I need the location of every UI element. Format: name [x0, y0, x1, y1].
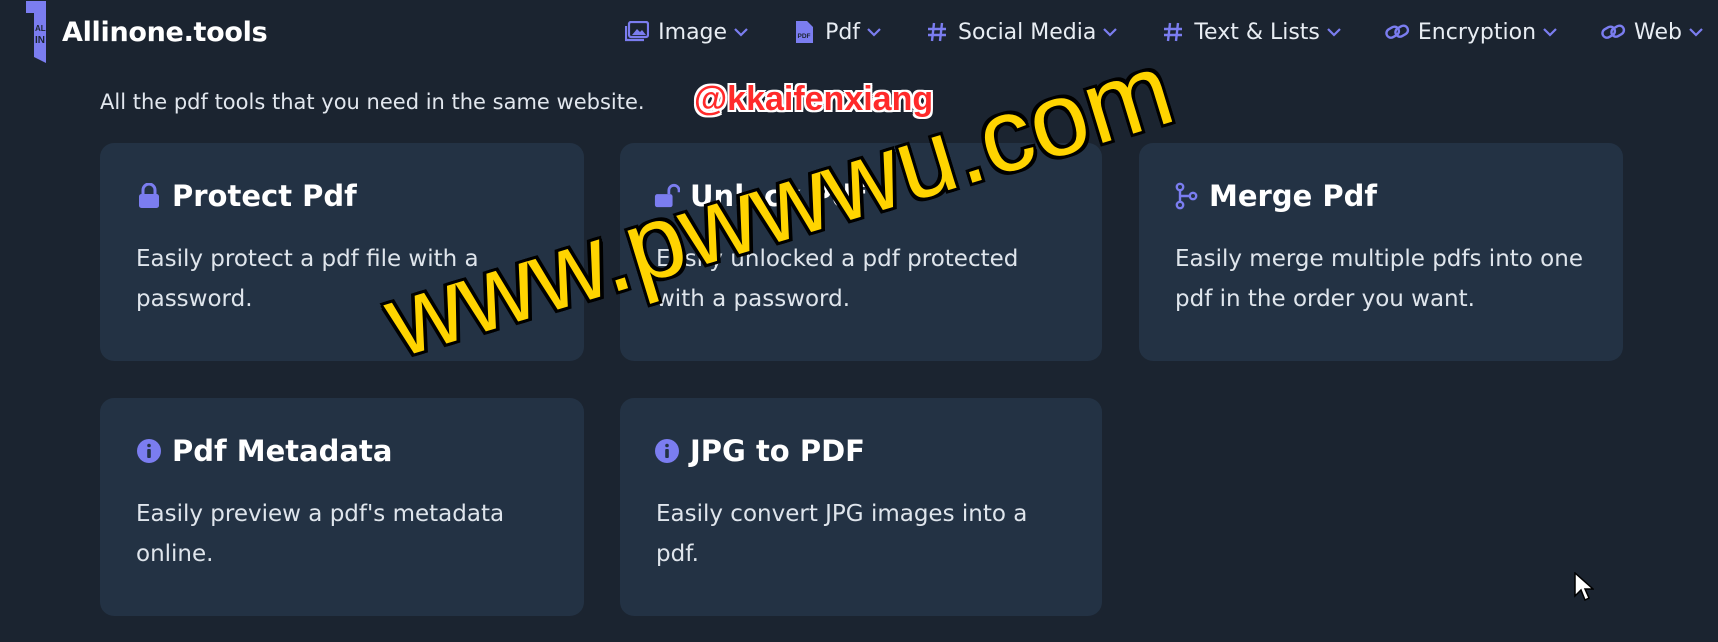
- card-title: Pdf Metadata: [172, 434, 393, 468]
- hash-icon: [1160, 19, 1186, 45]
- nav-item-pdf[interactable]: PDF Pdf: [791, 12, 884, 52]
- intro-text: All the pdf tools that you need in the s…: [100, 90, 645, 114]
- info-icon: [136, 438, 162, 464]
- chevron-down-icon: [1689, 28, 1703, 37]
- nav-label: Web: [1634, 19, 1682, 45]
- nav-item-web[interactable]: Web: [1600, 12, 1706, 52]
- chevron-down-icon: [867, 28, 881, 37]
- chevron-down-icon: [734, 28, 748, 37]
- merge-icon: [1173, 182, 1199, 210]
- hash-icon: [924, 19, 950, 45]
- link-icon: [1384, 19, 1410, 45]
- card-description: Easily merge multiple pdfs into one pdf …: [1175, 246, 1583, 312]
- nav-item-social-media[interactable]: Social Media: [924, 12, 1120, 52]
- card-title: JPG to PDF: [690, 434, 865, 468]
- mouse-cursor-icon: [1574, 572, 1594, 602]
- lock-icon: [136, 183, 162, 209]
- card-title: Merge Pdf: [1209, 179, 1377, 213]
- pdf-file-icon: PDF: [791, 19, 817, 45]
- nav-item-image[interactable]: Image: [624, 12, 751, 52]
- card-description: Easily preview a pdf's metadata online.: [136, 501, 505, 567]
- image-icon: [624, 19, 650, 45]
- card-title: Protect Pdf: [172, 179, 357, 213]
- tool-card-pdf-metadata[interactable]: Pdf Metadata Easily preview a pdf's meta…: [100, 398, 584, 616]
- site-logo[interactable]: ALL IN Allinone.tools: [24, 0, 268, 64]
- nav-label: Image: [658, 19, 728, 45]
- logo-mark-icon: ALL IN: [24, 1, 54, 63]
- tool-card-merge-pdf[interactable]: Merge Pdf Easily merge multiple pdfs int…: [1139, 143, 1623, 361]
- main-nav: Image PDF Pdf Social Media Text & Lists …: [624, 12, 1706, 52]
- chevron-down-icon: [1543, 28, 1557, 37]
- nav-item-encryption[interactable]: Encryption: [1384, 12, 1560, 52]
- nav-label: Text & Lists: [1194, 19, 1320, 45]
- svg-text:ALL: ALL: [35, 24, 51, 33]
- card-description: Easily convert JPG images into a pdf.: [656, 501, 1028, 567]
- nav-label: Social Media: [958, 19, 1097, 45]
- tool-card-jpg-to-pdf[interactable]: JPG to PDF Easily convert JPG images int…: [620, 398, 1102, 616]
- info-icon: [654, 438, 680, 464]
- link-icon: [1600, 19, 1626, 45]
- nav-label: Pdf: [825, 19, 861, 45]
- svg-text:PDF: PDF: [798, 33, 811, 40]
- nav-item-text-lists[interactable]: Text & Lists: [1160, 12, 1344, 52]
- chevron-down-icon: [1327, 28, 1341, 37]
- logo-name: Allinone.tools: [62, 16, 268, 48]
- nav-label: Encryption: [1417, 19, 1537, 45]
- svg-text:IN: IN: [35, 35, 45, 46]
